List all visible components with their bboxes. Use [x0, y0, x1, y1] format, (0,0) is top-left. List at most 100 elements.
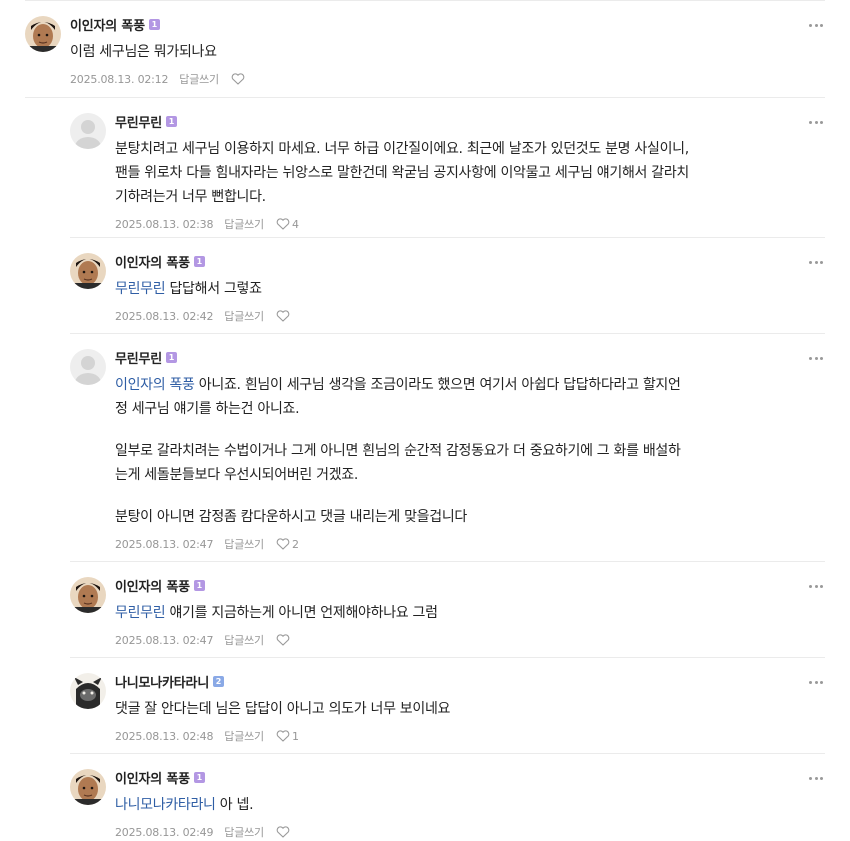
like-button[interactable] — [276, 826, 292, 838]
comment-date: 2025.08.13. 02:42 — [115, 309, 214, 323]
like-count: 2 — [291, 537, 299, 551]
comment-line: 분탕치려고 세구님 이용하지 마세요. 너무 하급 이간질이에요. 최근에 날조… — [115, 141, 689, 157]
comment-text: 분탕치려고 세구님 이용하지 마세요. 너무 하급 이간질이에요. 최근에 날조… — [115, 137, 795, 209]
comment-divider — [70, 561, 825, 562]
comment-line: 얘기를 지금하는게 아니면 언제해야하나요 그럼 — [165, 605, 438, 621]
like-count: 4 — [291, 217, 299, 231]
comment-author[interactable]: 이인자의 폭풍 — [115, 252, 190, 271]
comment-line: 답답해서 그렇죠 — [165, 281, 262, 297]
heart-outline-icon — [276, 634, 290, 646]
comment-item-reply: 이인자의 폭풍 1 무린무린 얘기를 지금하는게 아니면 언제해야하나요 그럼 … — [70, 576, 825, 647]
avatar-photo[interactable] — [25, 16, 61, 52]
comment-item-reply: 이인자의 폭풍 1 무린무린 답답해서 그렇죠 2025.08.13. 02:4… — [70, 252, 825, 323]
like-button[interactable] — [231, 73, 247, 85]
member-level-badge: 2 — [213, 675, 225, 687]
comment-author[interactable]: 이인자의 폭풍 — [115, 768, 190, 787]
like-button[interactable]: 4 — [276, 218, 299, 231]
member-level-badge: 1 — [166, 351, 178, 363]
more-dots-icon[interactable] — [807, 18, 825, 32]
comment-text: 댓글 잘 안다는데 님은 답답이 아니고 의도가 너무 보이네요 — [115, 697, 795, 721]
mention-link[interactable]: 나니모나카타라니 — [115, 797, 216, 813]
more-dots-icon[interactable] — [807, 351, 825, 365]
default-avatar-icon — [70, 349, 106, 385]
comment-line: 아니죠. 흰님이 세구님 생각을 조금이라도 했으면 여기서 아쉽다 답답하다라… — [194, 377, 681, 393]
comment-line: 팬들 위로차 다들 힘내자라는 뉘앙스로 말한건데 왁굳님 공지사항에 이악물고… — [115, 165, 690, 181]
heart-outline-icon — [276, 538, 290, 550]
mention-link[interactable]: 무린무린 — [115, 605, 166, 621]
reply-button[interactable]: 답글쓰기 — [224, 216, 264, 232]
comment-author[interactable]: 이인자의 폭풍 — [115, 576, 190, 595]
comment-line: 이럼 세구님은 뭐가되나요 — [70, 44, 217, 60]
comment-text: 무린무린 답답해서 그렇죠 — [115, 277, 795, 301]
comment-date: 2025.08.13. 02:49 — [115, 825, 214, 839]
comment-line: 정 세구님 얘기를 하는건 아니죠. — [115, 401, 300, 417]
reply-button[interactable]: 답글쓰기 — [224, 308, 264, 324]
like-button[interactable] — [276, 310, 292, 322]
avatar-default[interactable] — [70, 113, 106, 149]
reply-button[interactable]: 답글쓰기 — [224, 536, 264, 552]
comment-line: 일부로 갈라치려는 수법이거나 그게 아니면 흰님의 순간적 감정동요가 더 중… — [115, 443, 681, 459]
more-dots-icon[interactable] — [807, 771, 825, 785]
reply-button[interactable]: 답글쓰기 — [224, 824, 264, 840]
reply-button[interactable]: 답글쓰기 — [179, 71, 219, 87]
member-level-badge: 1 — [148, 18, 160, 30]
member-level-badge: 1 — [193, 771, 205, 783]
more-dots-icon[interactable] — [807, 579, 825, 593]
like-button[interactable]: 2 — [276, 538, 299, 551]
comment-author[interactable]: 무린무린 — [115, 112, 162, 131]
comment-text: 나니모나카타라니 아 넵. — [115, 793, 795, 817]
member-level-badge: 1 — [193, 255, 205, 267]
more-dots-icon[interactable] — [807, 675, 825, 689]
character-avatar-icon — [70, 673, 106, 709]
top-divider — [25, 0, 825, 1]
avatar-photo[interactable] — [70, 577, 106, 613]
comment-date: 2025.08.13. 02:48 — [115, 729, 214, 743]
avatar-default[interactable] — [70, 349, 106, 385]
comment-line: 는게 세돌분들보다 우선시되어버린 거겠죠. — [115, 467, 359, 483]
more-dots-icon[interactable] — [807, 115, 825, 129]
comment-text: 이럼 세구님은 뭐가되나요 — [70, 40, 795, 64]
avatar-photo-icon — [70, 769, 106, 805]
reply-button[interactable]: 답글쓰기 — [224, 632, 264, 648]
comment-line: 댓글 잘 안다는데 님은 답답이 아니고 의도가 너무 보이네요 — [115, 701, 451, 717]
comment-item-reply: 무린무린 1 이인자의 폭풍 아니죠. 흰님이 세구님 생각을 조금이라도 했으… — [70, 348, 825, 552]
more-dots-icon[interactable] — [807, 255, 825, 269]
comment-item-reply: 나니모나카타라니 2 댓글 잘 안다는데 님은 답답이 아니고 의도가 너무 보… — [70, 672, 825, 743]
comment-item-reply: 무린무린 1 분탕치려고 세구님 이용하지 마세요. 너무 하급 이간질이에요.… — [70, 112, 825, 231]
comment-item-reply: 이인자의 폭풍 1 나니모나카타라니 아 넵. 2025.08.13. 02:4… — [70, 768, 825, 839]
like-button[interactable]: 1 — [276, 730, 299, 743]
comment-divider — [70, 333, 825, 334]
comment-text: 무린무린 얘기를 지금하는게 아니면 언제해야하나요 그럼 — [115, 601, 795, 625]
like-button[interactable] — [276, 634, 292, 646]
comment-divider — [70, 753, 825, 754]
heart-outline-icon — [276, 310, 290, 322]
member-level-badge: 1 — [193, 579, 205, 591]
comment-line: 분탕이 아니면 감정좀 캄다운하시고 댓글 내리는게 맞을겁니다 — [115, 509, 467, 525]
avatar-photo-icon — [25, 16, 61, 52]
comment-date: 2025.08.13. 02:12 — [70, 72, 169, 86]
comment-author[interactable]: 나니모나카타라니 — [115, 672, 209, 691]
member-level-badge: 1 — [166, 115, 178, 127]
heart-outline-icon — [276, 218, 290, 230]
comment-divider — [25, 97, 825, 98]
like-count: 1 — [291, 729, 299, 743]
comment-text: 이인자의 폭풍 아니죠. 흰님이 세구님 생각을 조금이라도 했으면 여기서 아… — [115, 373, 795, 529]
reply-button[interactable]: 답글쓰기 — [224, 728, 264, 744]
comment-line: 아 넵. — [215, 797, 254, 813]
mention-link[interactable]: 무린무린 — [115, 281, 166, 297]
mention-link[interactable]: 이인자의 폭풍 — [115, 377, 195, 393]
comment-date: 2025.08.13. 02:38 — [115, 217, 214, 231]
comment-date: 2025.08.13. 02:47 — [115, 537, 214, 551]
avatar-photo[interactable] — [70, 769, 106, 805]
comment-line: 기하려는거 너무 뻔합니다. — [115, 189, 266, 205]
avatar-character[interactable] — [70, 673, 106, 709]
avatar-photo[interactable] — [70, 253, 106, 289]
comment-author[interactable]: 무린무린 — [115, 348, 162, 367]
comment-divider — [70, 237, 825, 238]
heart-outline-icon — [276, 826, 290, 838]
comment-author[interactable]: 이인자의 폭풍 — [70, 15, 145, 34]
avatar-photo-icon — [70, 253, 106, 289]
avatar-photo-icon — [70, 577, 106, 613]
heart-outline-icon — [231, 73, 245, 85]
comment-divider — [70, 657, 825, 658]
